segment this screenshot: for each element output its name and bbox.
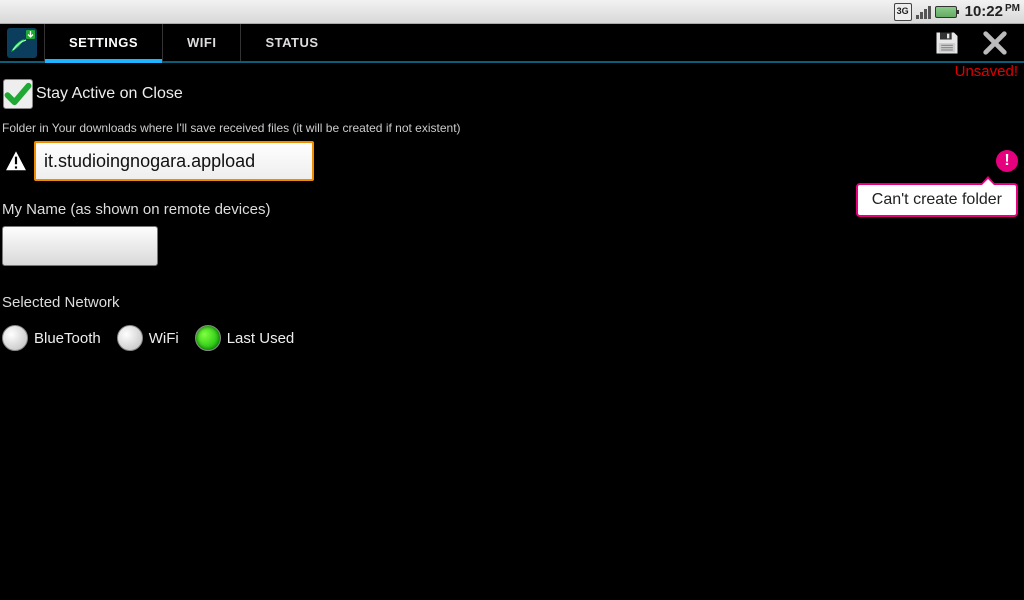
radio-wifi[interactable] (117, 325, 143, 351)
app-tab-bar: SETTINGS WIFI STATUS (0, 24, 1024, 63)
radio-last-used[interactable] (195, 325, 221, 351)
folder-input[interactable] (34, 141, 314, 181)
error-badge-icon: ! (996, 150, 1018, 172)
app-logo-icon (0, 24, 44, 61)
checkmark-icon (4, 80, 32, 108)
radio-bluetooth[interactable] (2, 325, 28, 351)
tab-settings[interactable]: SETTINGS (44, 24, 162, 61)
tab-wifi[interactable]: WIFI (162, 24, 240, 61)
unsaved-indicator: Unsaved! (955, 63, 1018, 80)
stay-active-checkbox[interactable] (3, 79, 33, 109)
network-3g-icon: 3G (894, 3, 912, 21)
signal-icon (916, 5, 931, 19)
radio-last-used-label: Last Used (227, 330, 305, 347)
myname-input[interactable] (2, 226, 158, 266)
error-tooltip: Can't create folder (856, 183, 1018, 217)
battery-icon (935, 6, 957, 18)
tab-status[interactable]: STATUS (240, 24, 342, 61)
folder-hint: Folder in Your downloads where I'll save… (0, 111, 1024, 141)
floppy-disk-icon (933, 29, 961, 57)
warning-icon (2, 147, 30, 175)
save-button[interactable] (932, 28, 962, 58)
radio-bluetooth-label: BlueTooth (34, 330, 111, 347)
stay-active-label: Stay Active on Close (36, 85, 183, 103)
system-status-bar: 3G 10:22PM (0, 0, 1024, 24)
radio-wifi-label: WiFi (149, 330, 189, 347)
network-label: Selected Network (0, 266, 1024, 319)
clock-time: 10:22PM (961, 3, 1020, 20)
close-icon (981, 29, 1009, 57)
close-button[interactable] (980, 28, 1010, 58)
